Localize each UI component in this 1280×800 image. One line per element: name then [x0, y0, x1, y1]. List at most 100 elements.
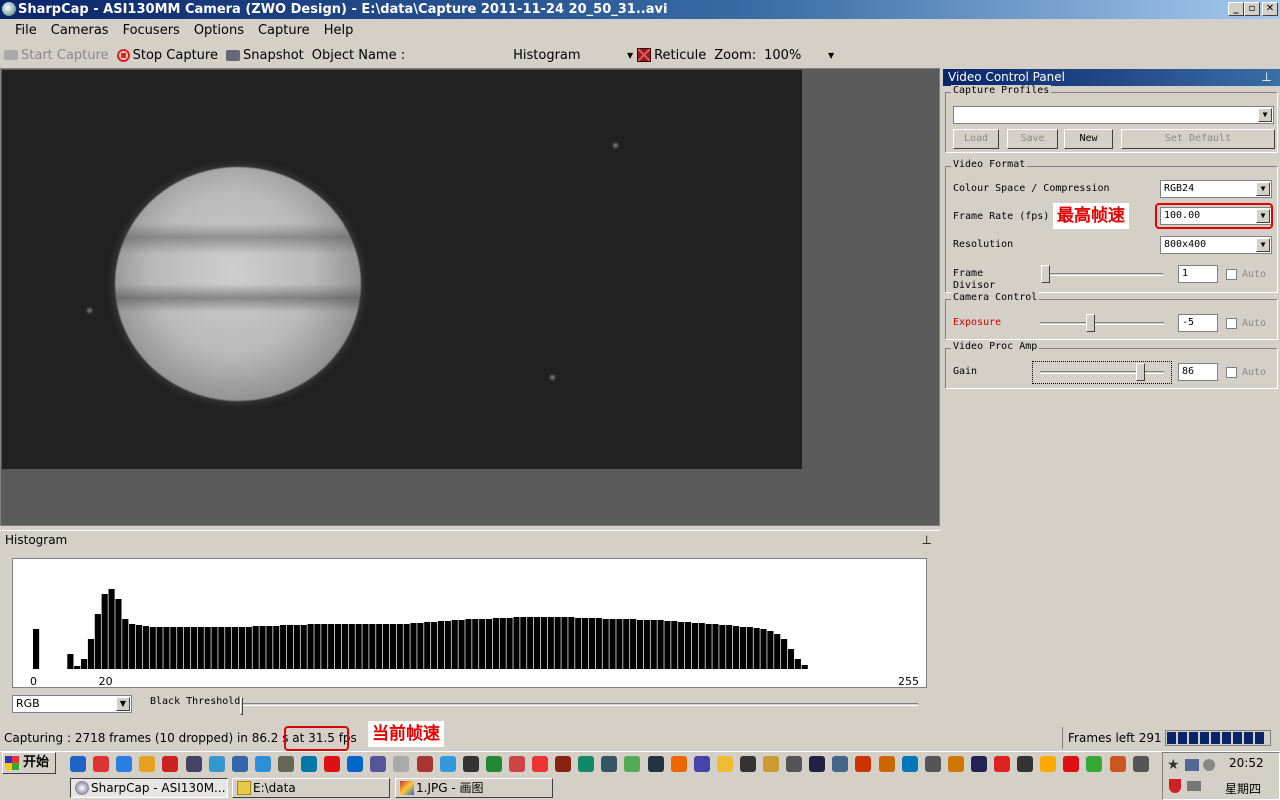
quick-launch-app-icon[interactable]: [231, 756, 248, 772]
stop-capture-button[interactable]: Stop Capture: [116, 48, 218, 63]
quick-launch-app-icon[interactable]: [416, 756, 433, 772]
quick-launch-app-icon[interactable]: [208, 756, 225, 772]
quick-launch-app-icon[interactable]: [901, 756, 918, 772]
quick-launch-app-icon[interactable]: [555, 756, 572, 772]
gain-auto-checkbox[interactable]: [1226, 367, 1237, 378]
quick-launch-app-icon[interactable]: [1109, 756, 1126, 772]
histogram-bar: [588, 618, 596, 669]
maximize-button[interactable]: ▫: [1244, 2, 1260, 16]
zoom-select[interactable]: 100% ▼: [764, 48, 834, 63]
quick-launch-app-icon[interactable]: [739, 756, 756, 772]
quick-launch-app-icon[interactable]: [994, 756, 1010, 772]
menu-options[interactable]: Options: [187, 19, 251, 43]
task-explorer[interactable]: E:\data: [232, 778, 390, 798]
quick-launch-app-icon[interactable]: [277, 756, 294, 772]
quick-launch-app-icon[interactable]: [924, 756, 941, 772]
tray-volume-icon[interactable]: [1203, 759, 1215, 771]
tray-usb-icon[interactable]: [1187, 781, 1201, 791]
resolution-select[interactable]: 800x400 ▼: [1160, 236, 1272, 254]
black-threshold-slider-thumb[interactable]: [240, 697, 243, 715]
status-divider: [1062, 727, 1063, 749]
menu-capture[interactable]: Capture: [251, 19, 317, 43]
quick-launch-app-icon[interactable]: [116, 756, 133, 772]
menu-help[interactable]: Help: [317, 19, 361, 43]
quick-launch-app-icon[interactable]: [947, 756, 964, 772]
start-capture-button[interactable]: Start Capture: [0, 48, 109, 63]
exposure-input[interactable]: -5: [1178, 314, 1218, 332]
quick-launch-app-icon[interactable]: [878, 756, 895, 772]
quick-launch-app-icon[interactable]: [508, 756, 525, 772]
quick-launch-app-icon[interactable]: [347, 756, 364, 772]
quick-launch-app-icon[interactable]: [809, 756, 826, 772]
quick-launch-app-icon[interactable]: [393, 756, 410, 772]
exposure-slider-track[interactable]: [1040, 322, 1164, 325]
quick-launch-app-icon[interactable]: [1063, 756, 1080, 772]
menu-focusers[interactable]: Focusers: [116, 19, 187, 43]
quick-launch-app-icon[interactable]: [324, 756, 341, 772]
quick-launch-app-icon[interactable]: [786, 756, 803, 772]
quick-launch-app-icon[interactable]: [601, 756, 618, 772]
quick-launch-app-icon[interactable]: [716, 756, 733, 772]
channel-select[interactable]: RGB ▼: [12, 695, 132, 713]
set-default-button[interactable]: Set Default: [1121, 129, 1275, 149]
menu-cameras[interactable]: Cameras: [44, 19, 116, 43]
histogram-bar: [472, 619, 479, 669]
quick-launch-app-icon[interactable]: [624, 756, 641, 772]
video-frame[interactable]: [2, 70, 802, 469]
quick-launch-app-icon[interactable]: [763, 756, 779, 772]
tray-star-icon[interactable]: ★: [1167, 757, 1180, 773]
gain-slider-track[interactable]: [1040, 371, 1164, 374]
new-profile-button[interactable]: New: [1064, 129, 1113, 149]
exposure-slider-thumb[interactable]: [1085, 314, 1095, 332]
quick-launch-app-icon[interactable]: [1040, 756, 1057, 772]
gain-slider-thumb[interactable]: [1135, 363, 1145, 381]
quick-launch-app-icon[interactable]: [647, 756, 664, 772]
quick-launch-app-icon[interactable]: [439, 756, 456, 772]
quick-launch-app-icon[interactable]: [139, 756, 156, 772]
reticule-button[interactable]: Reticule: [637, 48, 706, 63]
save-profile-button[interactable]: Save: [1007, 129, 1058, 149]
tray-network-icon[interactable]: [1185, 759, 1199, 771]
minimize-button[interactable]: _: [1228, 2, 1244, 16]
frame-divisor-slider-thumb[interactable]: [1041, 265, 1050, 283]
quick-launch-app-icon[interactable]: [670, 756, 687, 772]
frame-divisor-input[interactable]: 1: [1178, 265, 1218, 283]
snapshot-button[interactable]: Snapshot: [225, 48, 304, 63]
quick-launch-app-icon[interactable]: [1132, 756, 1149, 772]
quick-launch-app-icon[interactable]: [693, 756, 710, 772]
capture-profile-select[interactable]: ▼: [953, 106, 1274, 124]
quick-launch-app-icon[interactable]: [93, 756, 110, 772]
quick-launch-app-icon[interactable]: [832, 756, 849, 772]
quick-launch-app-icon[interactable]: [301, 756, 317, 772]
gain-input[interactable]: 86: [1178, 363, 1218, 381]
load-profile-button[interactable]: Load: [953, 129, 999, 149]
quick-launch-app-icon[interactable]: [370, 756, 387, 772]
quick-launch-app-icon[interactable]: [970, 756, 987, 772]
clock-time[interactable]: 20:52: [1229, 756, 1264, 770]
quick-launch-app-icon[interactable]: [1017, 756, 1034, 772]
quick-launch-app-icon[interactable]: [462, 756, 479, 772]
black-threshold-slider-track[interactable]: [240, 703, 918, 706]
quick-launch-app-icon[interactable]: [185, 756, 202, 772]
frame-divisor-slider-track[interactable]: [1041, 273, 1163, 276]
quick-launch-app-icon[interactable]: [1086, 756, 1103, 772]
task-sharpcap[interactable]: SharpCap - ASI130M...: [70, 778, 228, 798]
frame-divisor-auto-checkbox[interactable]: [1226, 269, 1237, 280]
quick-launch-app-icon[interactable]: [532, 756, 548, 772]
quick-launch-app-icon[interactable]: [254, 756, 271, 772]
camera-control-title: Camera Control: [951, 292, 1040, 303]
task-paint[interactable]: 1.JPG - 画图: [395, 778, 553, 798]
panel-pin-icon[interactable]: ⊥: [1262, 69, 1272, 86]
quick-launch-app-icon[interactable]: [485, 756, 502, 772]
quick-launch-app-icon[interactable]: [855, 756, 872, 772]
view-mode-select[interactable]: Histogram ▼: [513, 48, 633, 63]
colour-space-select[interactable]: RGB24 ▼: [1160, 180, 1272, 198]
menu-file[interactable]: File: [8, 19, 44, 43]
close-button[interactable]: ✕: [1262, 2, 1278, 16]
quick-launch-app-icon[interactable]: [70, 756, 86, 772]
quick-launch-app-icon[interactable]: [578, 756, 595, 772]
tray-shield-icon[interactable]: [1169, 779, 1181, 793]
quick-launch-app-icon[interactable]: [162, 756, 179, 772]
exposure-auto-checkbox[interactable]: [1226, 318, 1237, 329]
pin-icon[interactable]: ⊥: [922, 531, 932, 549]
